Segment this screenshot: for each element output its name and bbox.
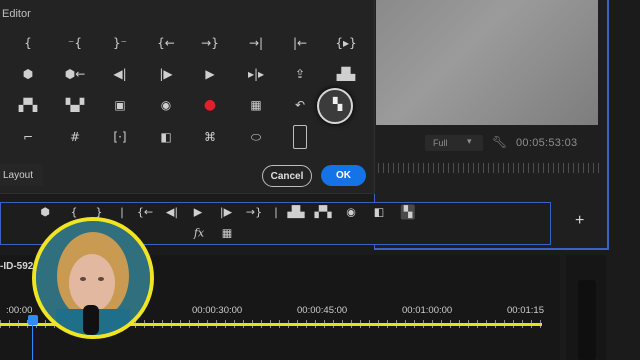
webcam-overlay — [32, 217, 154, 339]
vr-headset-icon[interactable]: ⬭ — [243, 127, 269, 147]
ok-button[interactable]: OK — [321, 165, 366, 186]
clear-out-icon[interactable]: }⁻ — [107, 33, 133, 53]
overlay-icon[interactable]: ▚ — [400, 204, 416, 220]
playhead-handle[interactable] — [28, 315, 38, 325]
go-to-next-edit-icon[interactable]: →| — [243, 33, 269, 53]
go-to-in-icon[interactable]: {← — [153, 33, 179, 53]
record-icon[interactable]: ● — [197, 95, 223, 115]
mark-in-icon[interactable]: { — [71, 206, 78, 219]
divider-icon[interactable]: | — [120, 206, 124, 219]
comparison-icon[interactable]: ◧ — [153, 127, 179, 147]
trim-icon[interactable]: ⌐ — [15, 127, 41, 147]
comparison-icon[interactable]: ◧ — [374, 206, 384, 219]
audio-meter — [578, 280, 596, 360]
monitor-time-ruler[interactable] — [378, 163, 603, 173]
video-preview[interactable] — [376, 0, 598, 125]
playhead-line[interactable] — [32, 325, 33, 360]
fx-icon[interactable]: fx — [194, 227, 204, 240]
vr-icon[interactable]: [·] — [107, 127, 133, 147]
insert-icon[interactable]: ▚▞ — [62, 95, 88, 115]
restore-icon[interactable] — [293, 125, 307, 149]
multicam-icon[interactable]: ▦ — [222, 227, 232, 240]
button-editor-plus-button[interactable]: + — [575, 212, 584, 230]
extract-icon[interactable]: ▞▚ — [15, 95, 41, 115]
shuttle-icon[interactable]: ▸|▸ — [243, 64, 269, 84]
add-marker-icon[interactable]: ⬢ — [15, 64, 41, 84]
sequence-tab[interactable]: -ID-592 — [0, 261, 33, 272]
step-forward-icon[interactable]: |▶ — [153, 64, 179, 84]
play-in-to-out-icon[interactable]: {▸} — [333, 33, 359, 53]
extract-icon[interactable]: ▞▚ — [315, 206, 332, 219]
ruler-timecode: 00:00:45:00 — [297, 305, 348, 316]
camera-icon[interactable]: ◉ — [346, 206, 356, 219]
program-timecode: 00:05:53:03 — [516, 137, 578, 149]
lift-icon[interactable]: ▟▙ — [288, 206, 305, 219]
play-icon[interactable]: ▶ — [194, 206, 202, 219]
ruler-timecode: 00:01:15 — [507, 305, 544, 316]
step-back-icon[interactable]: ◀| — [107, 64, 133, 84]
reset-layout-button[interactable]: Layout — [0, 164, 43, 186]
play-icon[interactable]: ▶ — [197, 64, 223, 84]
lift-icon[interactable]: ▟▙ — [333, 64, 359, 84]
step-forward-icon[interactable]: |▶ — [220, 206, 232, 219]
step-back-icon[interactable]: ◀| — [166, 206, 178, 219]
go-to-prev-edit-icon[interactable]: |← — [287, 33, 313, 53]
wrench-icon[interactable]: 🔧︎ — [492, 135, 507, 149]
proxy-icon[interactable]: ⌘ — [197, 127, 223, 147]
go-to-out-icon[interactable]: →} — [246, 206, 262, 219]
safe-margins-icon[interactable]: ▣ — [107, 95, 133, 115]
go-to-prev-marker-icon[interactable]: ⬢← — [62, 64, 88, 84]
camera-icon[interactable]: ◉ — [153, 95, 179, 115]
loop-icon[interactable]: ↶ — [287, 95, 313, 115]
cancel-button[interactable]: Cancel — [262, 165, 312, 187]
go-to-in-icon[interactable]: {← — [137, 206, 153, 219]
clear-in-icon[interactable]: ⁻{ — [62, 33, 88, 53]
export-icon[interactable]: ⇪ — [287, 64, 313, 84]
go-to-out-icon[interactable]: →} — [197, 33, 223, 53]
multicam-icon[interactable]: ▦ — [243, 95, 269, 115]
divider-icon[interactable]: | — [274, 206, 278, 219]
dialog-title: Editor — [2, 8, 31, 20]
mark-in-icon[interactable]: { — [15, 33, 41, 53]
zoom-value: Full — [433, 138, 448, 148]
zoom-select[interactable]: Full — [425, 135, 483, 151]
ruler-timecode: 00:01:00:00 — [402, 305, 453, 316]
chevron-down-icon: ▾ — [467, 136, 472, 146]
marker-icon[interactable]: ⬢ — [40, 206, 50, 219]
ruler-timecode: 00:00:30:00 — [192, 305, 243, 316]
presenter-image — [36, 221, 150, 335]
dragged-overlay-icon: ▚ — [333, 97, 343, 111]
grid-icon[interactable]: # — [62, 127, 88, 147]
